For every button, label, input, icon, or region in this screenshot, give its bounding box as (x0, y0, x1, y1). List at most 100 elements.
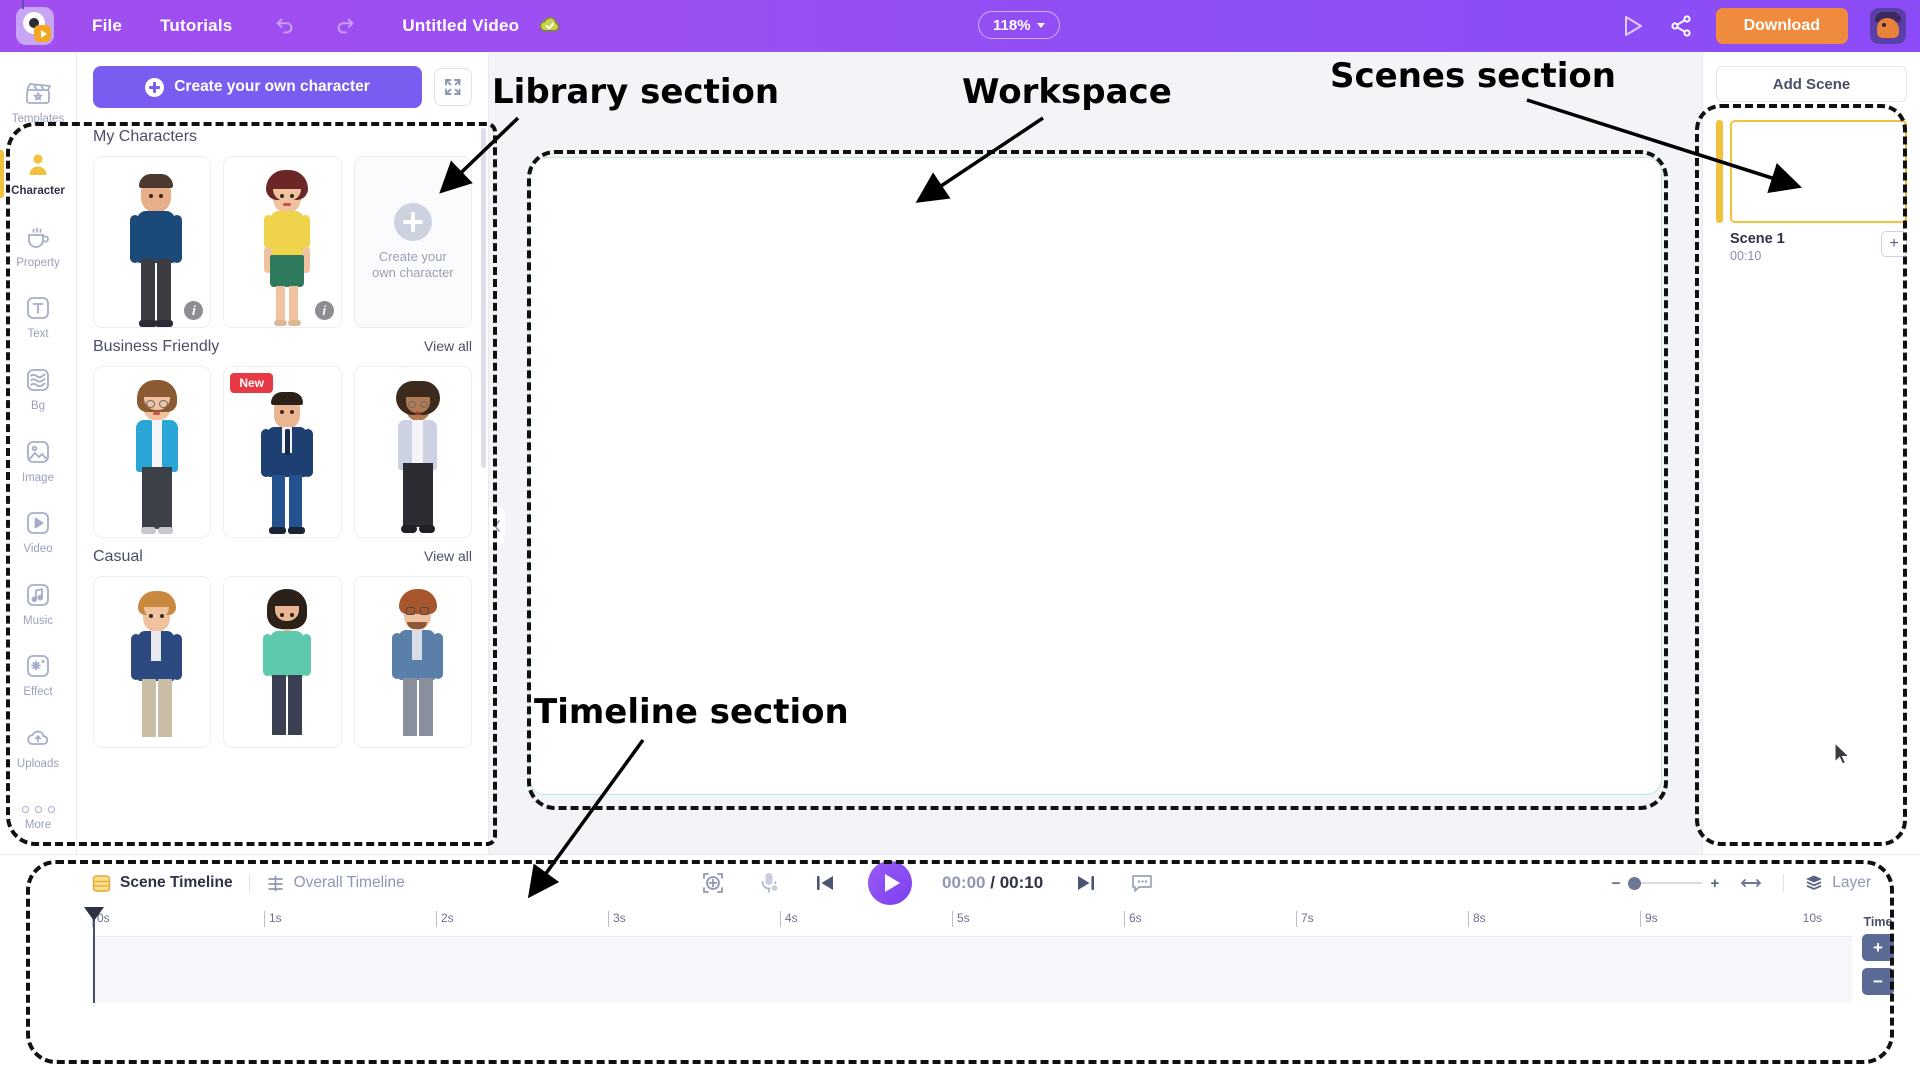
playhead[interactable] (84, 907, 104, 1003)
caption-icon[interactable] (1129, 870, 1155, 896)
document-title[interactable]: Untitled Video (402, 16, 519, 36)
character-info-icon[interactable]: i (314, 301, 334, 320)
cup-icon (28, 227, 49, 248)
sidebar-item-image[interactable]: Image (0, 424, 77, 496)
tab-scene-timeline[interactable]: Scene Timeline (92, 874, 233, 893)
share-icon[interactable] (1668, 13, 1694, 39)
library-scroll-area[interactable]: My Characters i i Create your own charac… (77, 118, 488, 854)
time-control-label: Time (1863, 915, 1893, 929)
annotation-label-timeline: Timeline section (534, 692, 849, 732)
section-title: My Characters (93, 128, 198, 145)
scene-name: Scene 1 (1730, 231, 1785, 247)
annotation-label-workspace: Workspace (962, 72, 1172, 112)
three-dots-icon (21, 805, 55, 813)
library-section-header-business-friendly: Business Friendly View all (93, 328, 472, 366)
expand-library-button[interactable] (434, 68, 472, 106)
timeline-track-area[interactable] (92, 937, 1852, 1003)
character-card-male-blue-sweater[interactable]: i (93, 156, 212, 328)
undo-icon[interactable] (274, 15, 296, 37)
fit-to-screen-icon[interactable] (700, 870, 726, 896)
playback-time: 00:00 / 00:10 (942, 873, 1043, 893)
record-voice-icon[interactable] (756, 870, 782, 896)
skip-forward-icon[interactable] (1073, 870, 1099, 896)
sidebar-item-more[interactable]: More (0, 782, 77, 854)
collapse-library-button[interactable] (489, 505, 506, 547)
tab-overall-timeline[interactable]: Overall Timeline (266, 874, 405, 893)
library-section-header-casual: Casual View all (93, 538, 472, 576)
total-time: 00:10 (999, 873, 1044, 892)
character-card-woman-mint-top[interactable] (223, 576, 342, 748)
sidebar-item-text[interactable]: Text (0, 281, 77, 353)
layer-label: Layer (1832, 874, 1871, 891)
add-scene-button[interactable]: Add Scene (1716, 66, 1907, 102)
timeline-zoom-slider[interactable]: − + (1612, 875, 1720, 892)
menu-file[interactable]: File (92, 16, 122, 36)
sidebar-item-character[interactable]: Character (0, 138, 77, 210)
scene-duration: 00:10 (1730, 249, 1762, 263)
undo-redo-group (274, 15, 356, 37)
character-card-woman-teal-blazer[interactable] (93, 366, 212, 538)
sidebar-item-video[interactable]: Video (0, 496, 77, 568)
view-all-business-friendly[interactable]: View all (424, 338, 472, 354)
sidebar-label-property: Property (16, 256, 60, 269)
app-logo[interactable] (16, 0, 54, 45)
chevron-down-icon (1036, 22, 1045, 28)
preview-play-icon[interactable] (1620, 13, 1646, 39)
zoom-out-label[interactable]: − (1612, 875, 1621, 892)
logo-play-icon (34, 25, 51, 42)
user-avatar[interactable] (1870, 8, 1906, 44)
create-own-character-tile-label: Create your own character (371, 248, 454, 280)
layer-button[interactable]: Layer (1804, 873, 1871, 893)
menu-tutorials[interactable]: Tutorials (160, 16, 232, 36)
slider-track[interactable] (1628, 876, 1703, 890)
plus-icon (145, 77, 165, 97)
sparkle-icon (27, 655, 49, 678)
library-scrollbar[interactable] (481, 128, 486, 468)
expand-icon (445, 79, 461, 95)
workspace[interactable] (489, 52, 1702, 854)
zoom-in-label[interactable]: + (1710, 875, 1719, 892)
skip-back-icon[interactable] (812, 870, 838, 896)
plus-icon (393, 202, 432, 241)
zoom-level-selector[interactable]: 118% (978, 11, 1060, 39)
character-card-man-blue-jacket[interactable] (93, 576, 212, 748)
download-button[interactable]: Download (1715, 8, 1848, 44)
play-button[interactable] (868, 861, 912, 905)
fit-width-icon[interactable] (1739, 871, 1763, 895)
timeline-ruler[interactable]: 0s 1s 2s 3s 4s 5s 6s 7s 8s 9s 10s (92, 911, 1852, 937)
sidebar-item-effect[interactable]: Effect (0, 639, 77, 711)
redo-icon[interactable] (334, 15, 356, 37)
character-art (224, 577, 340, 747)
sidebar-label-video: Video (23, 543, 53, 556)
timeline-section: Scene Timeline Overall Timeline 00:00 / … (0, 854, 1920, 1080)
character-card-man-denim-jacket[interactable] (353, 576, 472, 748)
slider-knob[interactable] (1628, 876, 1642, 890)
sidebar-label-more: More (24, 818, 52, 831)
tab-overall-timeline-label: Overall Timeline (293, 874, 405, 891)
cloud-saved-icon (539, 17, 560, 32)
sidebar-item-music[interactable]: Music (0, 567, 77, 639)
sidebar-item-property[interactable]: Property (0, 209, 77, 281)
add-scene-inline-button[interactable]: + (1881, 231, 1907, 257)
character-card-female-yellow-top[interactable]: i (223, 156, 342, 328)
sidebar-item-templates[interactable]: Templates (0, 66, 77, 138)
ruler-tick-7s: 7s (1296, 911, 1314, 927)
scene-active-indicator (1716, 120, 1723, 223)
create-your-own-character-tile[interactable]: Create your own character (353, 156, 472, 328)
decrease-time-button[interactable]: − (1862, 968, 1894, 995)
ruler-tick-2s: 2s (436, 911, 454, 927)
increase-time-button[interactable]: + (1862, 934, 1894, 961)
sidebar-item-uploads[interactable]: Uploads (0, 711, 77, 783)
timeline-tabs: Scene Timeline Overall Timeline (92, 874, 405, 893)
character-card-woman-grey-cardigan[interactable] (353, 366, 472, 538)
sidebar-label-effect: Effect (23, 686, 53, 699)
sidebar-item-bg[interactable]: Bg (0, 353, 77, 425)
create-own-character-button[interactable]: Create your own character (93, 66, 422, 108)
character-card-man-navy-suit[interactable]: New (223, 366, 342, 538)
scene-thumbnail[interactable] (1730, 120, 1907, 223)
ruler-tick-1s: 1s (264, 911, 282, 927)
scene-item (1716, 120, 1907, 223)
view-all-casual[interactable]: View all (424, 548, 472, 564)
section-title: Business Friendly (93, 338, 220, 355)
person-icon (29, 154, 47, 175)
